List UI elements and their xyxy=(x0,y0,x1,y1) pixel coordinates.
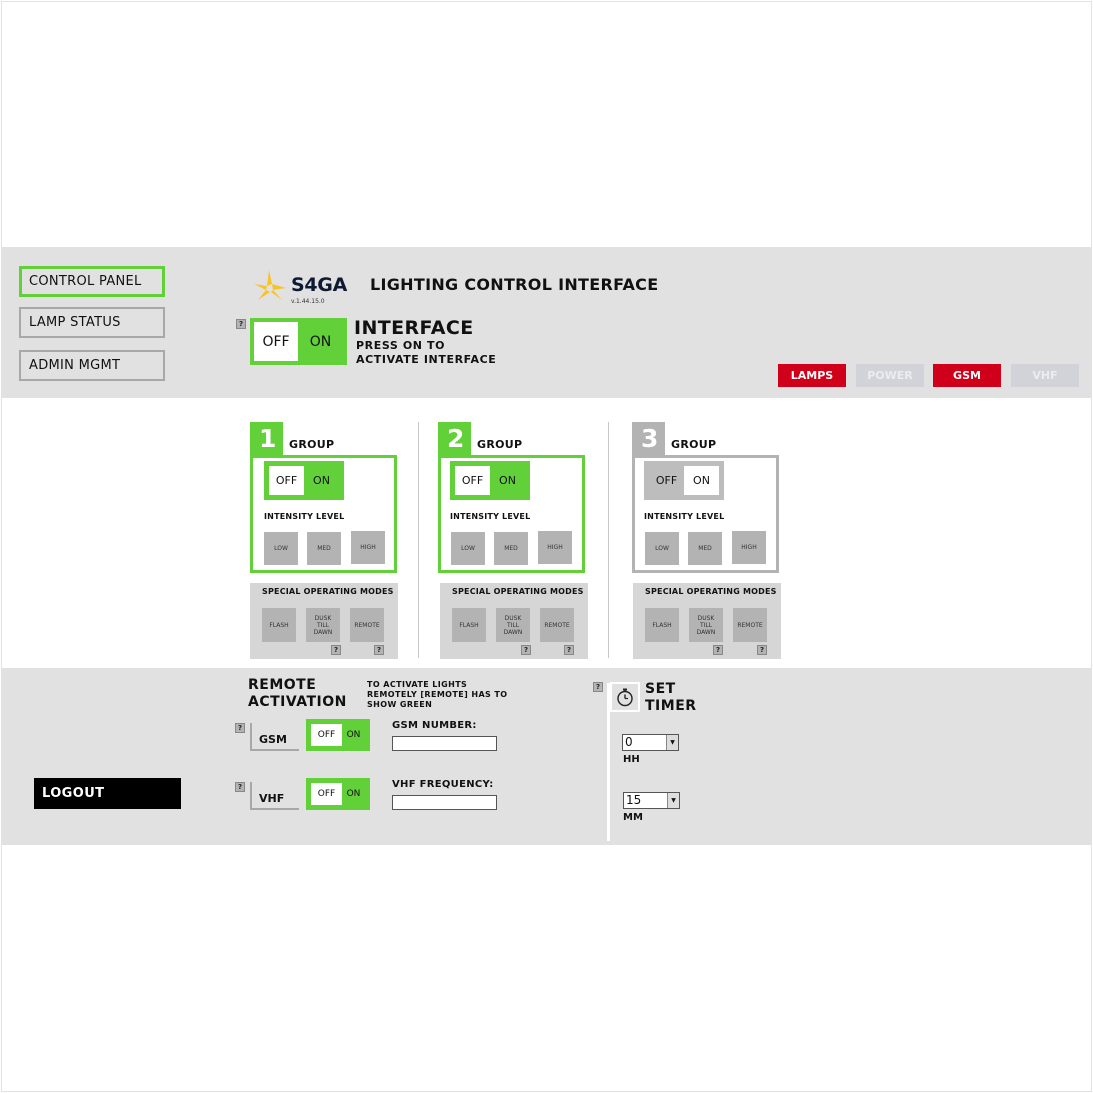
group-2-remote-help-icon[interactable]: ? xyxy=(564,645,574,655)
remote-activation-title: REMOTE ACTIVATION xyxy=(248,677,347,710)
minutes-select[interactable]: 15 ▼ xyxy=(623,792,680,809)
interface-toggle-on[interactable]: ON xyxy=(298,322,343,361)
group-2-special-title: SPECIAL OPERATING MODES xyxy=(452,587,584,596)
group-3-toggle-off[interactable]: OFF xyxy=(649,466,684,495)
group-2-toggle[interactable]: OFF ON xyxy=(450,461,530,500)
page-title: LIGHTING CONTROL INTERFACE xyxy=(370,275,659,294)
group-1-mode-dusk-button[interactable]: DUSK TILL DAWN xyxy=(306,608,340,642)
minutes-label: MM xyxy=(623,812,643,823)
status-tag-vhf: VHF xyxy=(1011,364,1079,387)
group-3-special-title: SPECIAL OPERATING MODES xyxy=(645,587,777,596)
group-2-mode-remote-button[interactable]: REMOTE xyxy=(540,608,574,642)
vhf-help-icon[interactable]: ? xyxy=(235,782,245,792)
interface-toggle[interactable]: OFF ON xyxy=(250,318,347,365)
group-2-mode-dusk-button[interactable]: DUSK TILL DAWN xyxy=(496,608,530,642)
group-2-special-modes: SPECIAL OPERATING MODES FLASH DUSK TILL DA… xyxy=(440,583,588,659)
group-1-toggle[interactable]: OFF ON xyxy=(264,461,344,500)
nav-control-panel-button[interactable]: CONTROL PANEL xyxy=(19,266,165,297)
group-3-remote-help-icon[interactable]: ? xyxy=(757,645,767,655)
group-3-level-high-button[interactable]: HIGH xyxy=(732,531,766,564)
group-2-label: GROUP xyxy=(477,438,523,451)
group-1-toggle-off[interactable]: OFF xyxy=(269,466,304,495)
hours-label: HH xyxy=(623,754,640,765)
group-3-dusk-help-icon[interactable]: ? xyxy=(713,645,723,655)
group-2-toggle-off[interactable]: OFF xyxy=(455,466,490,495)
group-1-mode-remote-button[interactable]: REMOTE xyxy=(350,608,384,642)
group-3-toggle[interactable]: OFF ON xyxy=(644,461,724,500)
interface-subtitle: PRESS ON TO ACTIVATE INTERFACE xyxy=(356,339,497,366)
gsm-label: GSM xyxy=(250,723,299,751)
group-3-number: 3 xyxy=(632,422,665,455)
vhf-frequency-label: VHF FREQUENCY: xyxy=(392,779,494,790)
interface-toggle-off[interactable]: OFF xyxy=(254,322,298,361)
group-3-mode-dusk-button[interactable]: DUSK TILL DAWN xyxy=(689,608,723,642)
group-2-level-low-button[interactable]: LOW xyxy=(451,532,485,565)
group-1-mode-flash-button[interactable]: FLASH xyxy=(262,608,296,642)
hours-select[interactable]: 0 ▼ xyxy=(622,734,679,751)
group-1-special-title: SPECIAL OPERATING MODES xyxy=(262,587,394,596)
interface-help-icon[interactable]: ? xyxy=(236,319,246,329)
timer-title: SET TIMER xyxy=(645,681,697,714)
group-1-intensity-label: INTENSITY LEVEL xyxy=(264,512,345,521)
chevron-down-icon[interactable]: ▼ xyxy=(667,793,679,808)
vhf-toggle[interactable]: OFF ON xyxy=(306,778,370,810)
group-2-intensity-label: INTENSITY LEVEL xyxy=(450,512,531,521)
group-3-mode-flash-button[interactable]: FLASH xyxy=(645,608,679,642)
group-3-special-modes: SPECIAL OPERATING MODES FLASH DUSK TILL DA… xyxy=(633,583,781,659)
group-1-remote-help-icon[interactable]: ? xyxy=(374,645,384,655)
chevron-down-icon[interactable]: ▼ xyxy=(666,735,678,750)
group-2-level-high-button[interactable]: HIGH xyxy=(538,531,572,564)
remote-activation-note: TO ACTIVATE LIGHTS REMOTELY [REMOTE] HAS… xyxy=(367,680,508,709)
group-1-dusk-help-icon[interactable]: ? xyxy=(331,645,341,655)
status-tag-lamps: LAMPS xyxy=(778,364,846,387)
group-1-level-low-button[interactable]: LOW xyxy=(264,532,298,565)
group-3-level-med-button[interactable]: MED xyxy=(688,532,722,565)
group-2-number: 2 xyxy=(438,422,471,455)
nav-lamp-status-button[interactable]: LAMP STATUS xyxy=(19,307,165,338)
stopwatch-icon xyxy=(610,682,640,712)
remote-band xyxy=(2,668,1091,845)
vhf-toggle-off[interactable]: OFF xyxy=(311,783,342,805)
interface-title: INTERFACE xyxy=(354,317,474,339)
gsm-number-input[interactable] xyxy=(392,736,497,751)
group-2-dusk-help-icon[interactable]: ? xyxy=(521,645,531,655)
group-1-special-modes: SPECIAL OPERATING MODES FLASH DUSK TILL DA… xyxy=(250,583,398,659)
version-label: v.1.44.15.0 xyxy=(291,298,325,305)
gsm-toggle[interactable]: OFF ON xyxy=(306,719,370,751)
header-band xyxy=(2,247,1091,398)
group-divider xyxy=(418,422,419,658)
gsm-number-label: GSM NUMBER: xyxy=(392,720,477,731)
timer-help-icon[interactable]: ? xyxy=(593,682,603,692)
brand-name: S4GA xyxy=(291,274,348,296)
group-3-toggle-on[interactable]: ON xyxy=(684,466,719,495)
vhf-toggle-on[interactable]: ON xyxy=(342,783,365,805)
gsm-help-icon[interactable]: ? xyxy=(235,723,245,733)
status-tag-power: POWER xyxy=(856,364,924,387)
gsm-toggle-on[interactable]: ON xyxy=(342,724,365,746)
minutes-select-value: 15 xyxy=(626,793,642,807)
group-2-toggle-on[interactable]: ON xyxy=(490,466,525,495)
group-3-level-low-button[interactable]: LOW xyxy=(645,532,679,565)
group-2-mode-flash-button[interactable]: FLASH xyxy=(452,608,486,642)
nav-admin-mgmt-button[interactable]: ADMIN MGMT xyxy=(19,350,165,381)
group-1-level-med-button[interactable]: MED xyxy=(307,532,341,565)
group-1-number: 1 xyxy=(250,422,283,455)
vhf-frequency-input[interactable] xyxy=(392,795,497,810)
gsm-toggle-off[interactable]: OFF xyxy=(311,724,342,746)
group-1-level-high-button[interactable]: HIGH xyxy=(351,531,385,564)
group-divider xyxy=(608,422,609,658)
group-2-level-med-button[interactable]: MED xyxy=(494,532,528,565)
group-1-toggle-on[interactable]: ON xyxy=(304,466,339,495)
group-3-mode-remote-button[interactable]: REMOTE xyxy=(733,608,767,642)
status-tag-gsm: GSM xyxy=(933,364,1001,387)
group-1-label: GROUP xyxy=(289,438,335,451)
vhf-label: VHF xyxy=(250,782,299,810)
group-3-intensity-label: INTENSITY LEVEL xyxy=(644,512,725,521)
hours-select-value: 0 xyxy=(625,735,633,749)
group-3-label: GROUP xyxy=(671,438,717,451)
logout-button[interactable]: LOGOUT xyxy=(34,778,181,809)
